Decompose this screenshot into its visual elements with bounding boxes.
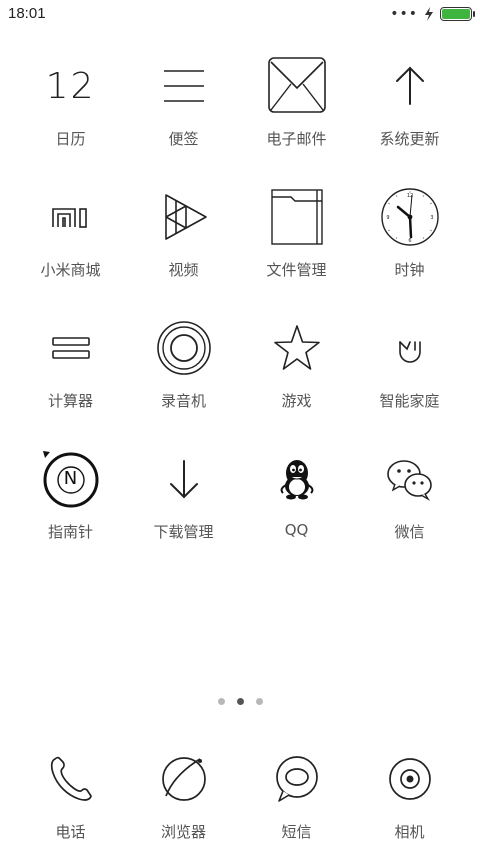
- battery-level-fill: [442, 9, 470, 19]
- wechat-icon: [380, 449, 440, 509]
- calendar-icon: 12: [41, 56, 101, 116]
- sms-icon: [267, 749, 327, 809]
- page-indicator: [0, 698, 480, 705]
- app-qq[interactable]: QQ: [240, 435, 353, 566]
- download-icon: [154, 449, 214, 509]
- app-label: QQ: [284, 521, 309, 539]
- app-label: 系统更新: [379, 130, 440, 148]
- app-notes[interactable]: 便签: [127, 42, 240, 173]
- page-dot[interactable]: [217, 698, 225, 705]
- status-indicators: •••: [390, 6, 475, 22]
- notes-icon: [154, 56, 214, 116]
- app-label: 电子邮件: [266, 130, 327, 148]
- app-label: 电话: [55, 823, 86, 841]
- calendar-date: 12: [45, 65, 96, 107]
- app-browser[interactable]: 浏览器: [127, 745, 240, 853]
- mi-store-icon: [41, 187, 101, 247]
- recorder-icon: [154, 318, 214, 378]
- compass-letter: N: [63, 468, 78, 489]
- app-phone[interactable]: 电话: [14, 745, 127, 853]
- app-system-update[interactable]: 系统更新: [353, 42, 466, 173]
- svg-text:6: 6: [408, 238, 411, 244]
- app-label: 计算器: [47, 392, 93, 410]
- app-label: 便签: [168, 130, 199, 148]
- clock-icon: 12 3 6 9: [380, 187, 440, 247]
- app-label: 游戏: [281, 392, 312, 410]
- app-recorder[interactable]: 录音机: [127, 304, 240, 435]
- app-camera[interactable]: 相机: [353, 745, 466, 853]
- folder-icon: [267, 187, 327, 247]
- app-label: 相机: [394, 823, 425, 841]
- app-label: 智能家庭: [379, 392, 440, 410]
- smart-home-icon: [380, 318, 440, 378]
- app-label: 文件管理: [266, 261, 327, 279]
- phone-icon: [41, 749, 101, 809]
- star-icon: [267, 318, 327, 378]
- app-label: 微信: [394, 523, 425, 541]
- qq-icon: [267, 449, 327, 509]
- app-compass[interactable]: N 指南针: [14, 435, 127, 566]
- email-icon: [267, 56, 327, 116]
- dock: 电话 浏览器 短信 相机: [0, 745, 480, 853]
- update-icon: [380, 56, 440, 116]
- app-label: 短信: [281, 823, 312, 841]
- app-label: 浏览器: [160, 823, 206, 841]
- app-sms[interactable]: 短信: [240, 745, 353, 853]
- video-icon: [154, 187, 214, 247]
- app-wechat[interactable]: 微信: [353, 435, 466, 566]
- app-label: 指南针: [47, 523, 93, 541]
- app-video[interactable]: 视频: [127, 173, 240, 304]
- status-bar: 18:01 •••: [0, 0, 480, 30]
- app-smart-home[interactable]: 智能家庭: [353, 304, 466, 435]
- app-download-manager[interactable]: 下载管理: [127, 435, 240, 566]
- app-clock[interactable]: 12 3 6 9 时钟: [353, 173, 466, 304]
- app-grid: 12 日历 便签 电子邮件 系统更新 小米商城 视频 文件管理 12 3 6 9…: [0, 42, 480, 566]
- more-notifications-icon: •••: [390, 6, 418, 22]
- browser-icon: [154, 749, 214, 809]
- app-email[interactable]: 电子邮件: [240, 42, 353, 173]
- app-calendar[interactable]: 12 日历: [14, 42, 127, 173]
- charging-bolt-icon: [425, 7, 433, 21]
- compass-icon: N: [41, 449, 101, 509]
- svg-text:9: 9: [386, 215, 389, 221]
- page-dot[interactable]: [255, 698, 263, 705]
- app-calculator[interactable]: 计算器: [14, 304, 127, 435]
- battery-icon: [440, 7, 475, 21]
- app-label: 视频: [168, 261, 199, 279]
- app-label: 下载管理: [153, 523, 214, 541]
- app-label: 录音机: [160, 392, 206, 410]
- calculator-icon: [41, 318, 101, 378]
- svg-text:3: 3: [430, 215, 433, 221]
- page-dot[interactable]: [236, 698, 244, 705]
- app-label: 日历: [55, 130, 86, 148]
- app-file-manager[interactable]: 文件管理: [240, 173, 353, 304]
- app-mi-store[interactable]: 小米商城: [14, 173, 127, 304]
- app-game[interactable]: 游戏: [240, 304, 353, 435]
- app-label: 小米商城: [40, 261, 101, 279]
- camera-icon: [380, 749, 440, 809]
- app-label: 时钟: [394, 261, 425, 279]
- status-time: 18:01: [8, 5, 46, 22]
